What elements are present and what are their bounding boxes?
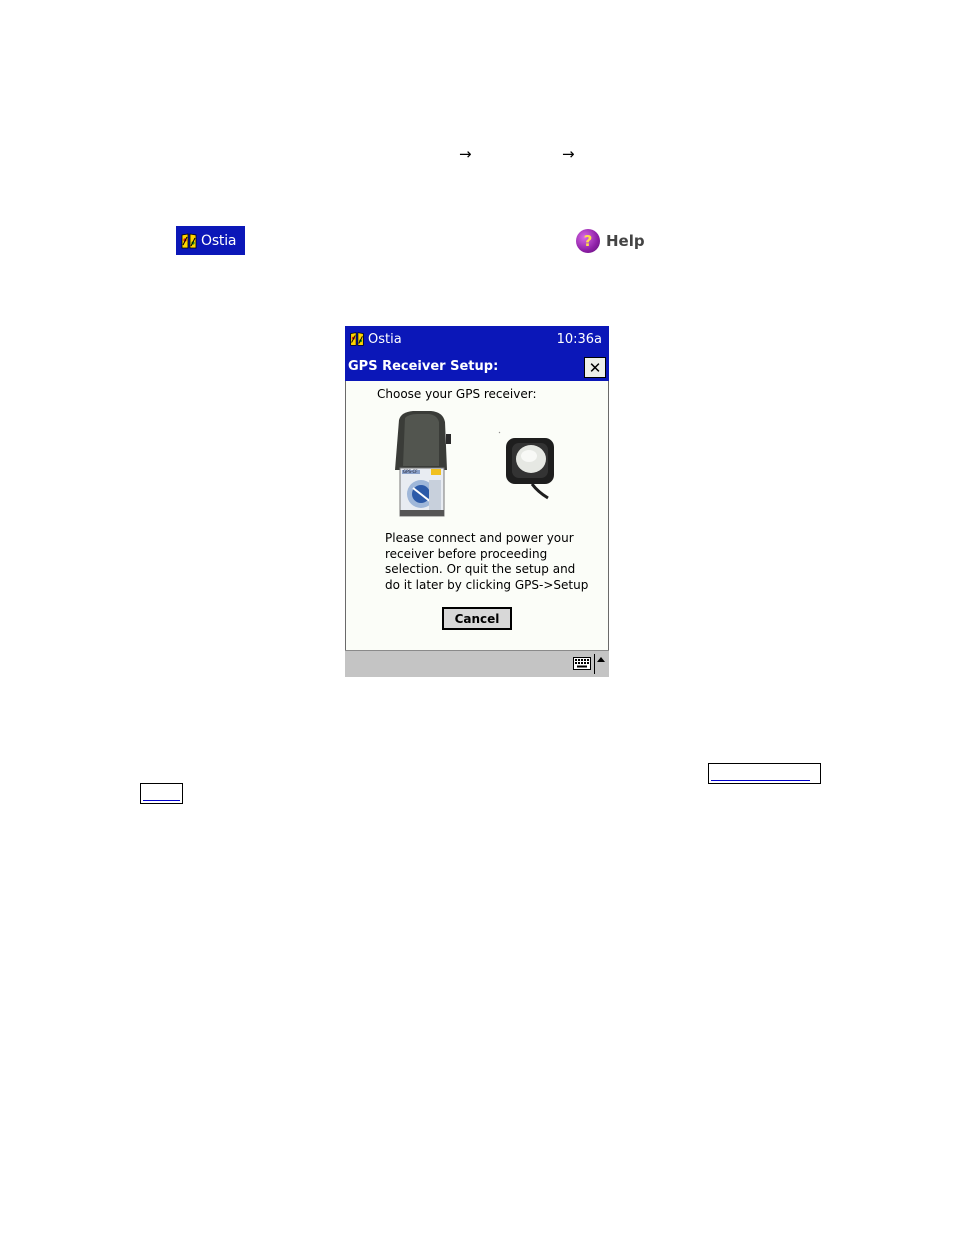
message-line: receiver before proceeding [385, 546, 548, 561]
nav-arrow-1: → [459, 145, 472, 163]
hyperlink-box-continued[interactable] [140, 783, 183, 804]
close-icon: ✕ [588, 358, 602, 377]
ostia-start-button[interactable]: Ostia [176, 226, 245, 255]
keyboard-icon[interactable] [573, 657, 591, 670]
message-line: selection. Or quit the setup and [385, 562, 576, 576]
setup-message: Please connect and power your receiver b… [385, 531, 600, 593]
hyperlink-underline [711, 780, 810, 781]
pocketpc-screenshot: Ostia 10:36a GPS Receiver Setup: ✕ Choos… [345, 326, 609, 677]
title-bar: Ostia 10:36a [345, 326, 609, 354]
close-button[interactable]: ✕ [584, 357, 606, 378]
hyperlink-box[interactable] [708, 763, 821, 784]
help-label: Help [606, 232, 645, 250]
ostia-chip-label: Ostia [201, 232, 237, 249]
help-button[interactable]: ? Help [576, 229, 645, 253]
help-icon: ? [576, 229, 600, 253]
input-bar [345, 650, 609, 677]
input-panel-arrow-icon[interactable] [597, 657, 605, 662]
titlebar-app[interactable]: Ostia [348, 330, 402, 348]
cancel-button[interactable]: Cancel [442, 607, 512, 630]
dialog-title: GPS Receiver Setup: [348, 359, 499, 374]
gps-mouse-receiver-image[interactable] [496, 430, 558, 500]
titlebar-app-name: Ostia [368, 331, 402, 347]
dialog-title-bar: GPS Receiver Setup: ✕ [345, 354, 609, 381]
message-line: Please connect and power your [385, 531, 574, 545]
hyperlink-underline [143, 800, 180, 801]
nav-arrow-2: → [562, 145, 575, 163]
ostia-app-icon [350, 332, 364, 346]
ostia-app-icon [180, 232, 198, 249]
gps-cf-card-image[interactable]: GPS-CF [391, 410, 453, 517]
receiver-prompt: Choose your GPS receiver: [377, 387, 537, 401]
help-glyph: ? [583, 232, 593, 250]
message-line: do it later by clicking GPS->Setup [385, 577, 589, 592]
input-bar-separator [594, 654, 595, 674]
gps-card-label: GPS-CF [403, 469, 418, 474]
clock[interactable]: 10:36a [557, 332, 602, 347]
